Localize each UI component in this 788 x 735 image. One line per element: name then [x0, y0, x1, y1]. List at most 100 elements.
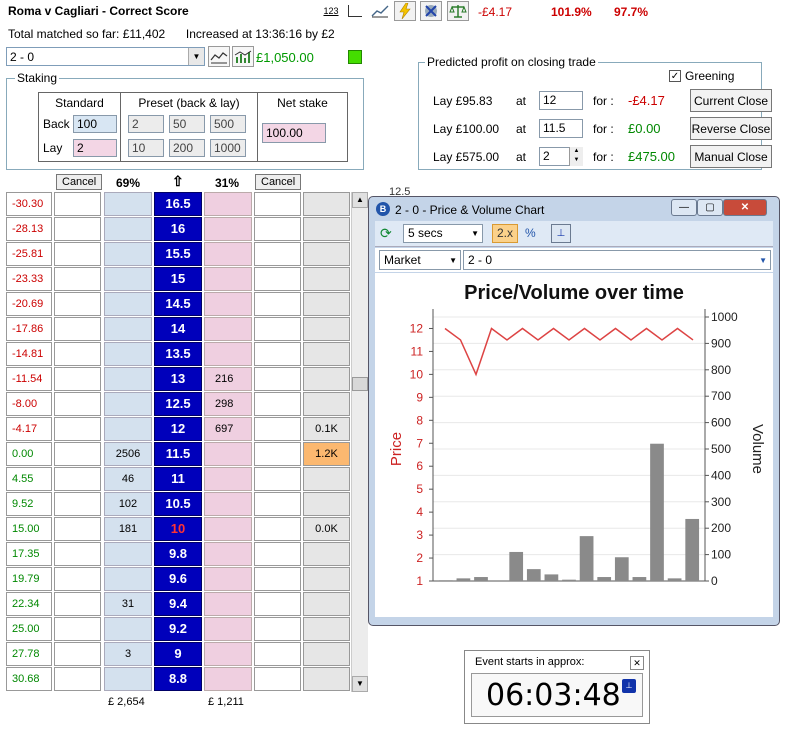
- price-cell[interactable]: 9.4: [154, 592, 202, 616]
- back-order-cell[interactable]: [54, 367, 101, 391]
- market-filter-dropdown[interactable]: Market ▼: [379, 250, 461, 270]
- lay-amount-cell[interactable]: [204, 492, 252, 516]
- greening-checkbox[interactable]: ✓: [669, 70, 681, 82]
- scales-icon[interactable]: [447, 1, 469, 21]
- lay-order-cell[interactable]: [254, 592, 301, 616]
- preset-lay-2[interactable]: 200: [169, 139, 205, 157]
- back-amount-cell[interactable]: 3: [104, 642, 152, 666]
- back-order-cell[interactable]: [54, 542, 101, 566]
- back-order-cell[interactable]: [54, 242, 101, 266]
- lay-order-cell[interactable]: [254, 442, 301, 466]
- lay-order-cell[interactable]: [254, 217, 301, 241]
- price-cell[interactable]: 15.5: [154, 242, 202, 266]
- back-amount-cell[interactable]: [104, 567, 152, 591]
- greening-toggle[interactable]: ✓ Greening: [669, 69, 734, 83]
- preset-lay-3[interactable]: 1000: [210, 139, 246, 157]
- cancel-back-button[interactable]: Cancel: [56, 174, 103, 190]
- lay-order-cell[interactable]: [254, 267, 301, 291]
- reverse-close-button[interactable]: Reverse Close: [690, 117, 772, 140]
- back-amount-cell[interactable]: [104, 617, 152, 641]
- back-order-cell[interactable]: [54, 192, 101, 216]
- back-amount-cell[interactable]: [104, 217, 152, 241]
- price-cell[interactable]: 9.8: [154, 542, 202, 566]
- lay-order-cell[interactable]: [254, 617, 301, 641]
- odds-spinner-icon[interactable]: ▲ ▼: [569, 147, 583, 166]
- lay-amount-cell[interactable]: [204, 667, 252, 691]
- lay-order-cell[interactable]: [254, 642, 301, 666]
- back-amount-cell[interactable]: [104, 342, 152, 366]
- lay-amount-cell[interactable]: [204, 567, 252, 591]
- back-amount-cell[interactable]: 46: [104, 467, 152, 491]
- back-order-cell[interactable]: [54, 442, 101, 466]
- lay-stake-input[interactable]: 2: [73, 139, 117, 157]
- lay-amount-cell[interactable]: [204, 317, 252, 341]
- volume-chart-icon[interactable]: [232, 46, 254, 67]
- price-cell[interactable]: 16: [154, 217, 202, 241]
- back-order-cell[interactable]: [54, 342, 101, 366]
- price-chart-icon[interactable]: [208, 46, 230, 67]
- lay-order-cell[interactable]: [254, 667, 301, 691]
- back-amount-cell[interactable]: 2506: [104, 442, 152, 466]
- cross-icon[interactable]: [420, 1, 442, 21]
- chevron-down-icon[interactable]: ▼: [471, 225, 479, 242]
- back-order-cell[interactable]: [54, 592, 101, 616]
- back-amount-cell[interactable]: [104, 192, 152, 216]
- back-order-cell[interactable]: [54, 267, 101, 291]
- back-order-cell[interactable]: [54, 467, 101, 491]
- close-odds-input[interactable]: 12: [539, 91, 583, 110]
- lay-amount-cell[interactable]: [204, 292, 252, 316]
- back-amount-cell[interactable]: [104, 667, 152, 691]
- lay-order-cell[interactable]: [254, 292, 301, 316]
- scroll-up-icon[interactable]: ▲: [352, 192, 368, 208]
- close-icon[interactable]: ✕: [723, 199, 767, 216]
- lay-order-cell[interactable]: [254, 492, 301, 516]
- price-cell[interactable]: 12: [154, 417, 202, 441]
- back-order-cell[interactable]: [54, 317, 101, 341]
- price-cell[interactable]: 11: [154, 467, 202, 491]
- back-stake-input[interactable]: 100: [73, 115, 117, 133]
- lay-amount-cell[interactable]: 298: [204, 392, 252, 416]
- lay-amount-cell[interactable]: 697: [204, 417, 252, 441]
- back-order-cell[interactable]: [54, 517, 101, 541]
- close-odds-input[interactable]: 11.5: [539, 119, 583, 138]
- cancel-lay-button[interactable]: Cancel: [255, 174, 302, 190]
- status-indicator[interactable]: [348, 50, 362, 64]
- maximize-icon[interactable]: ▢: [697, 199, 723, 216]
- chevron-down-icon[interactable]: ▼: [759, 252, 767, 270]
- back-order-cell[interactable]: [54, 642, 101, 666]
- lay-order-cell[interactable]: [254, 342, 301, 366]
- manual-close-button[interactable]: Manual Close: [690, 145, 772, 168]
- percent-toggle-button[interactable]: %: [525, 226, 536, 240]
- back-amount-cell[interactable]: [104, 392, 152, 416]
- price-cell[interactable]: 10.5: [154, 492, 202, 516]
- pin-icon[interactable]: ⊥: [622, 679, 636, 693]
- lay-amount-cell[interactable]: [204, 517, 252, 541]
- close-icon[interactable]: ✕: [630, 656, 644, 670]
- blank-view-icon[interactable]: [344, 1, 366, 21]
- net-stake-input[interactable]: 100.00: [262, 123, 326, 143]
- chart-icon[interactable]: [369, 1, 391, 21]
- back-order-cell[interactable]: [54, 567, 101, 591]
- chevron-down-icon[interactable]: ▼: [188, 48, 204, 65]
- lay-amount-cell[interactable]: [204, 267, 252, 291]
- price-cell[interactable]: 14: [154, 317, 202, 341]
- scroll-down-icon[interactable]: ▼: [352, 676, 368, 692]
- back-amount-cell[interactable]: 31: [104, 592, 152, 616]
- chevron-down-icon[interactable]: ▼: [449, 252, 457, 270]
- price-cell[interactable]: 13: [154, 367, 202, 391]
- lay-order-cell[interactable]: [254, 542, 301, 566]
- back-order-cell[interactable]: [54, 292, 101, 316]
- lightning-icon[interactable]: [394, 1, 416, 21]
- back-amount-cell[interactable]: [104, 317, 152, 341]
- lay-order-cell[interactable]: [254, 467, 301, 491]
- back-order-cell[interactable]: [54, 217, 101, 241]
- preset-back-2[interactable]: 50: [169, 115, 205, 133]
- price-cell[interactable]: 9.6: [154, 567, 202, 591]
- lay-order-cell[interactable]: [254, 392, 301, 416]
- price-cell[interactable]: 13.5: [154, 342, 202, 366]
- lay-amount-cell[interactable]: [204, 592, 252, 616]
- lay-order-cell[interactable]: [254, 242, 301, 266]
- preset-lay-1[interactable]: 10: [128, 139, 164, 157]
- lay-order-cell[interactable]: [254, 517, 301, 541]
- lay-amount-cell[interactable]: [204, 642, 252, 666]
